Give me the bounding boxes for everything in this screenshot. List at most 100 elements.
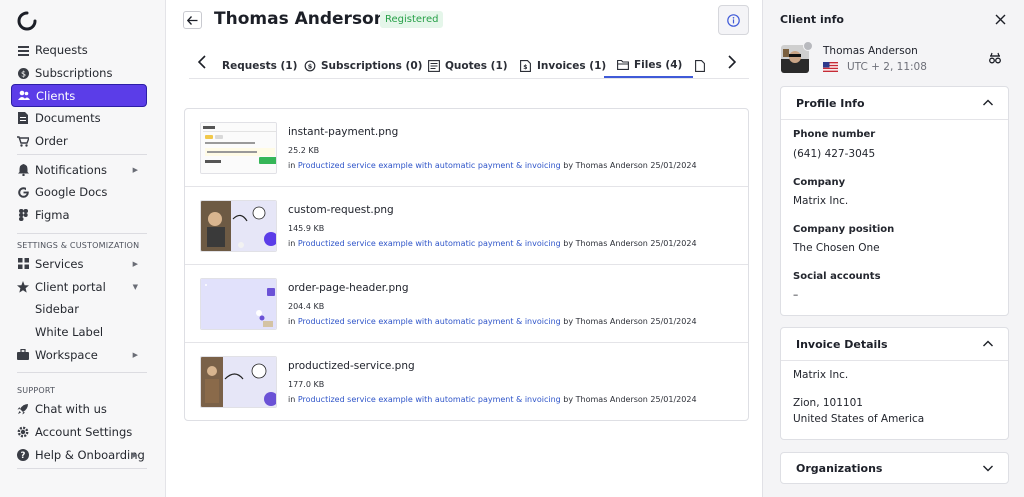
chevron-down-icon[interactable] [982,462,994,474]
tab-label: Invoices (1) [537,60,607,72]
file-row[interactable]: productized-service.png 177.0 KB in Prod… [185,343,748,421]
sidebar-item-chat[interactable]: Chat with us [11,398,147,421]
request-link[interactable]: Productized service example with automat… [298,395,561,404]
tab-label: Requests (1) [222,60,298,72]
status-badge: Registered [380,11,444,28]
arrow-left-icon [187,15,198,25]
tab-quotes[interactable]: Quotes (1) [428,54,508,78]
chevron-up-icon[interactable] [982,338,994,350]
incognito-icon[interactable] [988,52,1002,64]
field-label: Social accounts [793,271,881,282]
meta-by: by Thomas Anderson 25/01/2024 [563,317,697,326]
file-thumbnail[interactable] [200,356,277,408]
sidebar-item-client-portal[interactable]: Client portal ▼ [11,275,147,298]
tab-documents-partial[interactable] [695,54,712,78]
tab-label: Quotes (1) [445,60,508,72]
sidebar-item-label: Subscriptions [35,66,113,81]
sidebar-item-label: Help & Onboarding [35,447,145,462]
tab-label: Files (4) [634,59,683,71]
support-section-title: SUPPORT [17,385,56,395]
meta-in: in [288,161,296,170]
divider [17,468,147,469]
files-list: instant-payment.png 25.2 KB in Productiz… [184,108,749,421]
profile-info-header[interactable]: Profile Info [781,87,1008,120]
sidebar-item-label: Workspace [35,347,98,362]
sidebar-item-notifications[interactable]: Notifications ▶ [11,158,147,181]
sidebar-item-figma[interactable]: Figma [11,204,147,227]
close-panel-button[interactable] [993,12,1007,26]
app-logo-icon[interactable] [17,11,37,31]
caret-right-icon: ▶ [132,259,138,268]
sidebar-item-help[interactable]: ? Help & Onboarding ▶ [11,443,147,466]
back-button[interactable] [183,11,202,29]
invoice-details-header[interactable]: Invoice Details [781,328,1008,361]
tab-files[interactable]: Files (4) [604,54,694,78]
card-title: Profile Info [796,97,865,110]
sidebar-item-subscriptions[interactable]: $ Subscriptions [11,62,147,85]
chevron-up-icon[interactable] [982,97,994,109]
sidebar-item-label: Documents [35,111,101,126]
sidebar-item-clients[interactable]: Clients [11,84,147,108]
sidebar-item-services[interactable]: Services ▶ [11,253,147,276]
sidebar-item-google-docs[interactable]: Google Docs [11,181,147,204]
file-name[interactable]: instant-payment.png [288,126,398,138]
help-icon: ? [17,448,29,461]
field-label: Company position [793,224,895,235]
meta-in: in [288,395,296,404]
invoice-address-line1: Zion, 101101 [793,397,863,409]
google-icon [17,186,29,198]
caret-right-icon: ▶ [132,350,138,359]
sidebar-item-white-label[interactable]: White Label [11,321,147,344]
sidebar-item-label: Client portal [35,279,106,294]
tab-scroll-left-button[interactable] [194,52,210,72]
file-row[interactable]: order-page-header.png 204.4 KB in Produc… [185,265,748,343]
folder-icon [617,59,629,71]
document-icon [695,60,707,72]
sidebar-item-account-settings[interactable]: Account Settings [11,421,147,444]
tab-invoices[interactable]: $ Invoices (1) [520,54,606,78]
info-icon [727,13,740,27]
request-link[interactable]: Productized service example with automat… [298,317,561,326]
document-icon [17,112,29,125]
sidebar-item-label: Account Settings [35,424,133,439]
meta-by: by Thomas Anderson 25/01/2024 [563,239,697,248]
file-thumbnail[interactable] [200,122,277,174]
main-content: Thomas Anderson Registered Requests (1) … [166,0,762,497]
tab-scroll-right-button[interactable] [724,52,740,72]
svg-text:$: $ [20,69,25,78]
organizations-header[interactable]: Organizations [781,453,1008,483]
request-link[interactable]: Productized service example with automat… [298,239,561,248]
file-thumbnail[interactable] [200,200,277,252]
dollar-circle-icon: $ [17,67,29,79]
cart-icon [17,135,29,147]
sidebar-item-order[interactable]: Order [11,130,147,153]
file-name[interactable]: custom-request.png [288,204,394,216]
meta-in: in [288,239,296,248]
file-meta: in Productized service example with auto… [288,161,697,170]
tab-subscriptions[interactable]: $ Subscriptions (0) [304,54,422,78]
svg-text:$: $ [523,64,527,71]
sidebar-item-label: Order [35,134,68,149]
file-size: 177.0 KB [288,380,325,389]
info-button[interactable] [718,5,749,35]
sidebar-item-label: Figma [35,208,70,223]
tab-bar: Requests (1) $ Subscriptions (0) Quotes … [189,47,749,79]
profile-info-card: Profile Info Phone number (641) 427-3045… [780,86,1009,316]
file-name[interactable]: productized-service.png [288,360,415,372]
grid-icon [17,258,29,270]
file-row[interactable]: custom-request.png 145.9 KB in Productiz… [185,187,748,265]
file-name[interactable]: order-page-header.png [288,282,408,294]
tab-requests[interactable]: Requests (1) [222,54,297,78]
svg-text:?: ? [21,451,26,461]
request-link[interactable]: Productized service example with automat… [298,161,561,170]
sidebar-item-workspace[interactable]: Workspace ▶ [11,343,147,366]
organizations-card[interactable]: Organizations [780,452,1009,484]
sidebar-item-documents[interactable]: Documents [11,107,147,130]
file-row[interactable]: instant-payment.png 25.2 KB in Productiz… [185,109,748,187]
file-thumbnail[interactable] [200,278,277,330]
sidebar-item-requests[interactable]: Requests [11,39,147,62]
company-value: Matrix Inc. [793,195,849,207]
briefcase-icon [17,349,29,361]
file-meta: in Productized service example with auto… [288,239,697,248]
sidebar-item-sidebar[interactable]: Sidebar [11,298,147,321]
